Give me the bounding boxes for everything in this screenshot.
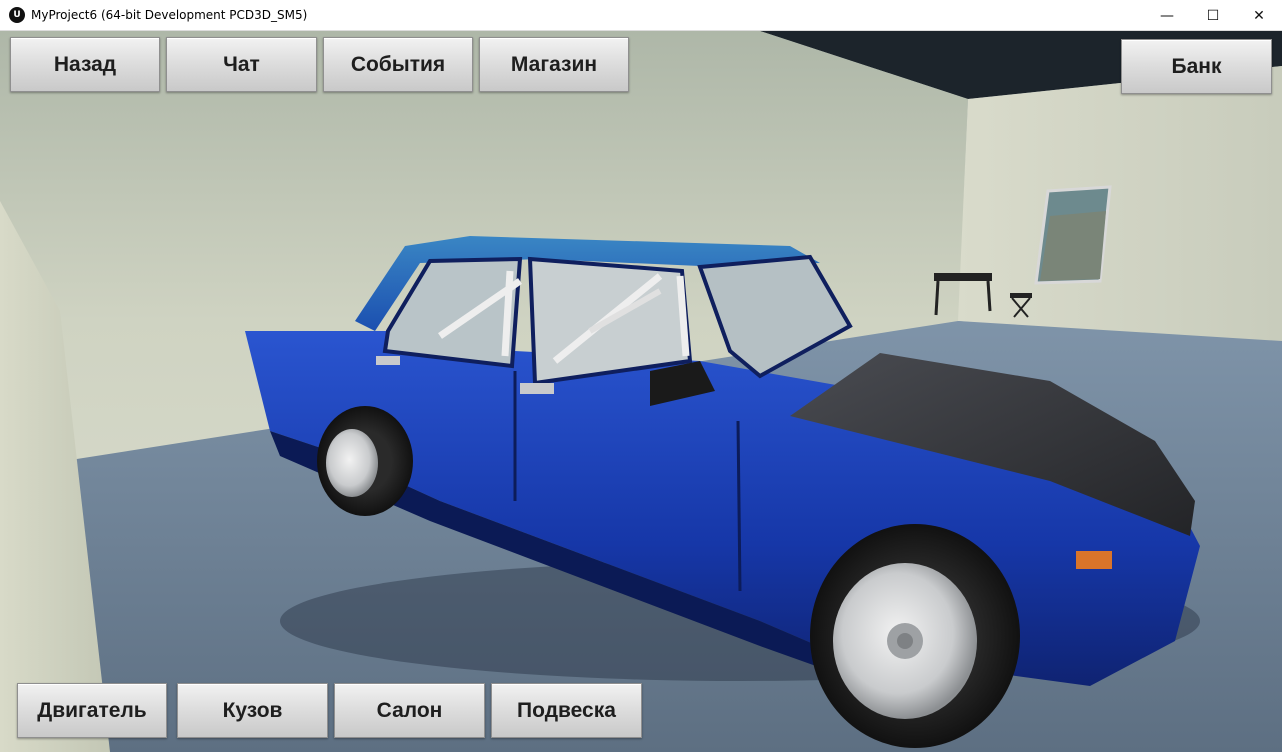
suspension-button[interactable]: Подвеска — [491, 683, 642, 738]
right-wall — [958, 66, 1282, 351]
table — [934, 273, 992, 281]
rear-rim — [326, 429, 378, 497]
stool — [1010, 293, 1032, 298]
window-controls: — ☐ ✕ — [1144, 0, 1282, 31]
minimize-button[interactable]: — — [1144, 0, 1190, 31]
close-icon: ✕ — [1253, 7, 1265, 24]
window-landscape — [1040, 211, 1106, 281]
body-button[interactable]: Кузов — [177, 683, 328, 738]
chat-button[interactable]: Чат — [166, 37, 317, 92]
unreal-engine-icon: U — [9, 7, 25, 23]
maximize-button[interactable]: ☐ — [1190, 0, 1236, 31]
events-button[interactable]: События — [323, 37, 473, 92]
maximize-icon: ☐ — [1206, 7, 1220, 24]
minimize-icon: — — [1160, 7, 1174, 24]
bank-button[interactable]: Банк — [1121, 39, 1272, 94]
window-title: MyProject6 (64-bit Development PCD3D_SM5… — [31, 8, 308, 22]
engine-button[interactable]: Двигатель — [17, 683, 167, 738]
back-button[interactable]: Назад — [10, 37, 160, 92]
interior-button[interactable]: Салон — [334, 683, 485, 738]
turn-signal — [1076, 551, 1112, 569]
rear-door-handle — [376, 356, 400, 365]
window-titlebar: U MyProject6 (64-bit Development PCD3D_S… — [0, 0, 1282, 31]
garage-scene — [0, 31, 1282, 752]
shop-button[interactable]: Магазин — [479, 37, 629, 92]
close-button[interactable]: ✕ — [1236, 0, 1282, 31]
front-door-handle — [520, 383, 554, 394]
game-viewport[interactable]: Назад Чат События Магазин Банк Двигатель… — [0, 31, 1282, 752]
